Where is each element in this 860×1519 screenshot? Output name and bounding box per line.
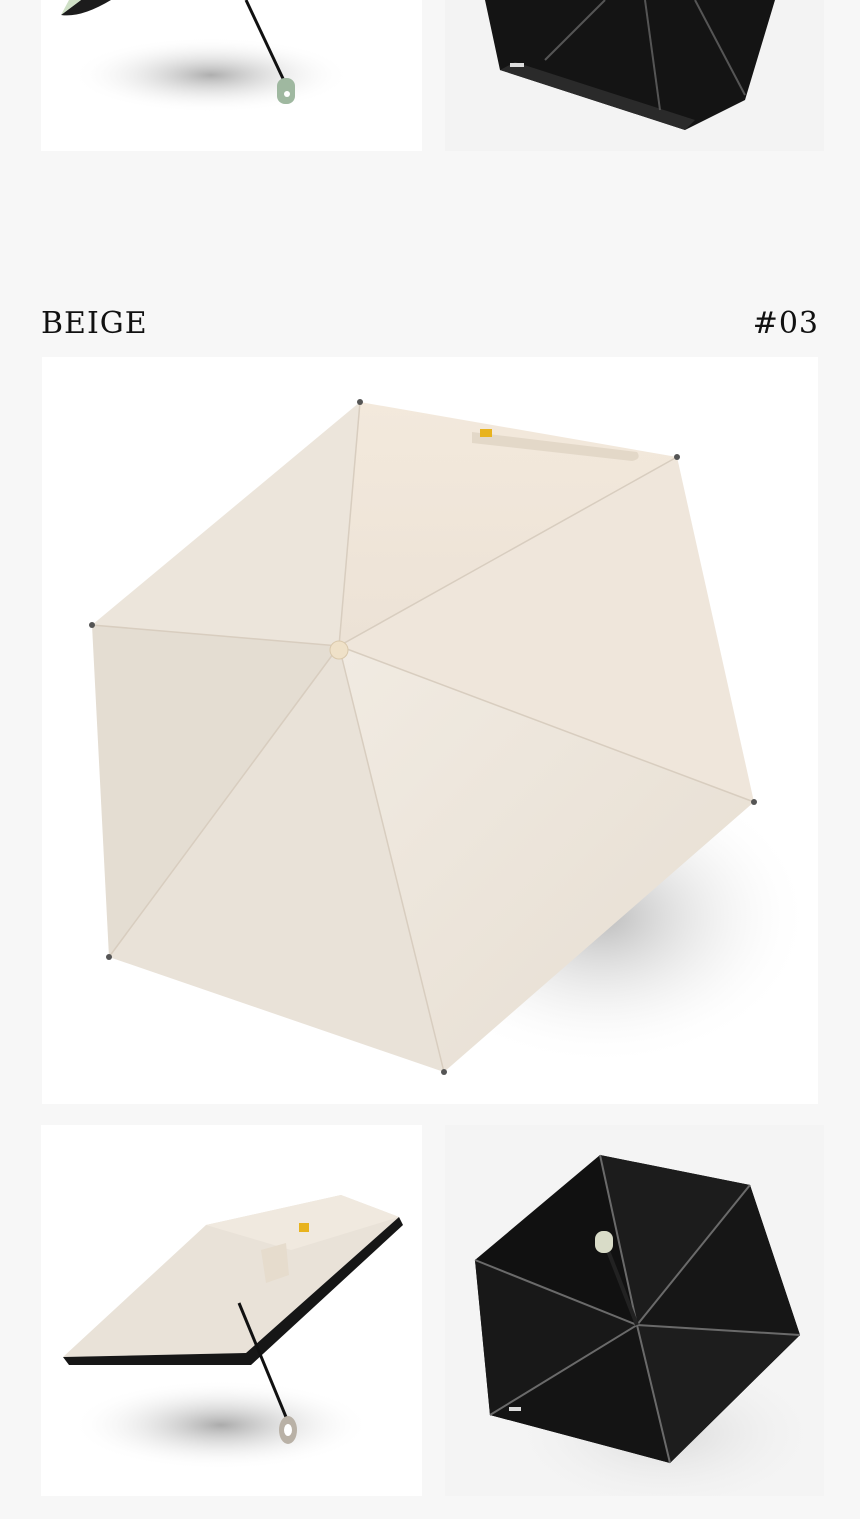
umbrella-illustration bbox=[474, 1154, 824, 1496]
beige-umbrella-top-view-photo bbox=[42, 357, 818, 1104]
green-umbrella-side-view-photo bbox=[41, 0, 422, 151]
umbrella-illustration bbox=[63, 1195, 403, 1470]
umbrella-illustration bbox=[61, 0, 351, 113]
umbrella-illustration bbox=[89, 399, 812, 1075]
green-umbrella-underside-photo bbox=[445, 0, 824, 151]
color-code-label: #03 bbox=[752, 306, 819, 341]
beige-umbrella-underside-photo bbox=[445, 1125, 824, 1496]
beige-umbrella-side-view-photo bbox=[41, 1125, 422, 1496]
umbrella-illustration bbox=[485, 0, 775, 130]
color-name-heading: BEIGE bbox=[41, 306, 148, 341]
